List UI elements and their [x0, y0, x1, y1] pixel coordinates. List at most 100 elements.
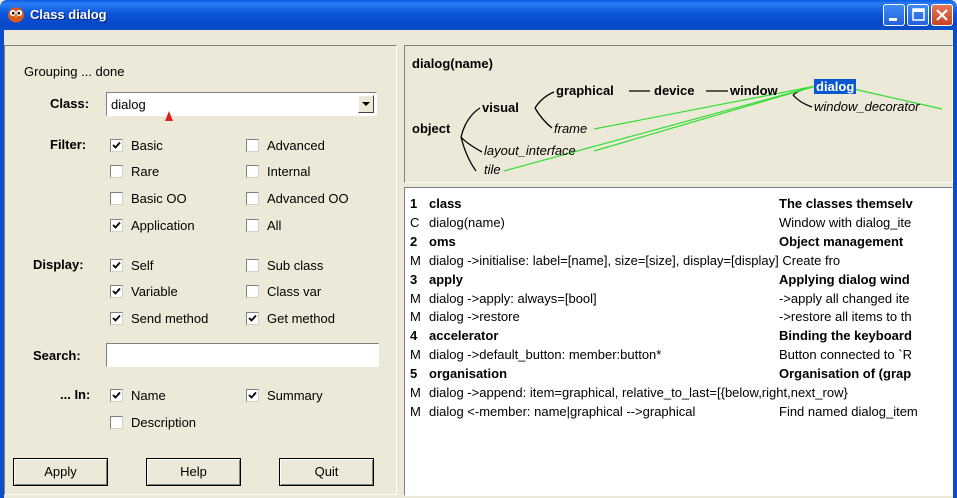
checkbox-box[interactable]: [246, 138, 259, 152]
member-name: dialog <-member: name|graphical -->graph…: [429, 403, 696, 419]
checkbox-box[interactable]: [246, 164, 259, 178]
search-input[interactable]: [106, 343, 379, 367]
filter-checkbox[interactable]: Advanced OO: [246, 190, 349, 206]
member-row[interactable]: Mdialog ->default_button: member:button*…: [405, 347, 952, 365]
checkbox-box[interactable]: [110, 164, 123, 178]
member-summary: Button connected to `R: [779, 347, 912, 363]
node-graphical[interactable]: graphical: [556, 83, 614, 98]
minimize-button[interactable]: [883, 4, 905, 26]
filter-label: Filter:: [50, 137, 87, 152]
member-summary: Applying dialog wind: [779, 271, 910, 287]
checkbox-label: Description: [131, 414, 197, 430]
window-title: Class dialog: [30, 7, 107, 22]
mouse-cursor-icon: [165, 111, 173, 121]
class-combobox[interactable]: dialog: [106, 92, 377, 116]
node-tile[interactable]: tile: [484, 162, 501, 177]
checkbox-box[interactable]: [110, 311, 123, 325]
member-row[interactable]: Mdialog ->apply: always=[bool] ->apply al…: [405, 290, 952, 309]
member-kind: M: [410, 290, 421, 306]
help-button[interactable]: Help: [146, 458, 241, 486]
checkbox-box[interactable]: [110, 191, 123, 205]
title-bar[interactable]: Class dialog: [0, 0, 957, 30]
class-label: Class:: [50, 96, 90, 111]
close-button[interactable]: [931, 4, 953, 26]
category-row[interactable]: 2 oms Object management: [405, 233, 952, 252]
node-dialog[interactable]: dialog: [814, 79, 857, 94]
display-checkbox[interactable]: Variable: [110, 283, 178, 299]
display-checkbox[interactable]: Sub class: [246, 257, 323, 273]
member-name: dialog ->default_button: member:button*: [429, 347, 662, 363]
member-name: dialog ->restore: [429, 309, 520, 325]
checkbox-box[interactable]: [110, 218, 123, 232]
filter-checkbox[interactable]: Basic: [110, 137, 163, 153]
checkbox-box[interactable]: [110, 284, 123, 298]
chevron-down-icon: [362, 102, 370, 106]
display-checkbox[interactable]: Send method: [110, 310, 208, 326]
in-label: ... In:: [60, 387, 91, 402]
member-row[interactable]: Mdialog ->append: item=graphical, relati…: [405, 385, 952, 403]
node-layout-interface[interactable]: layout_interface: [484, 143, 576, 158]
status-text: Grouping ... done: [24, 64, 125, 79]
close-icon: [936, 9, 948, 21]
member-kind: 3: [410, 271, 418, 287]
filter-checkbox[interactable]: Basic OO: [110, 190, 187, 206]
member-row[interactable]: Mdialog ->restore ->restore all items to …: [405, 309, 952, 327]
checkbox-box[interactable]: [246, 388, 259, 402]
checkbox-box[interactable]: [246, 218, 259, 232]
checkbox-label: Internal: [267, 163, 311, 179]
filter-checkbox[interactable]: Rare: [110, 163, 159, 179]
search-in-checkbox[interactable]: Summary: [246, 387, 323, 403]
member-row[interactable]: Mdialog <-member: name|graphical -->grap…: [405, 403, 952, 422]
member-name: dialog ->apply: always=[bool]: [429, 290, 597, 306]
checkbox-box[interactable]: [110, 138, 123, 152]
category-row[interactable]: 4 accelerator Binding the keyboard: [405, 328, 952, 346]
member-name: oms: [429, 233, 456, 249]
member-kind: M: [410, 403, 421, 419]
display-checkbox[interactable]: Self: [110, 257, 153, 273]
node-window[interactable]: window: [730, 83, 778, 98]
node-frame[interactable]: frame: [554, 121, 587, 136]
checkmark-icon: [112, 314, 121, 322]
checkbox-label: Summary: [267, 387, 323, 403]
filter-checkbox[interactable]: All: [246, 217, 281, 233]
member-row[interactable]: Cdialog(name) Window with dialog_ite: [405, 214, 952, 233]
category-row[interactable]: 5 organisation Organisation of (grap: [405, 366, 952, 384]
member-kind: M: [410, 347, 421, 363]
node-window-decorator[interactable]: window_decorator: [814, 99, 920, 114]
category-row[interactable]: 1 class The classes themselv: [405, 196, 952, 214]
member-summary: Binding the keyboard: [779, 328, 912, 344]
member-name: accelerator: [429, 328, 499, 344]
display-checkbox[interactable]: Get method: [246, 310, 335, 326]
search-in-checkbox[interactable]: Name: [110, 387, 166, 403]
node-visual[interactable]: visual: [482, 100, 519, 115]
checkmark-icon: [112, 261, 121, 269]
member-list[interactable]: 1 class The classes themselv Cdialog(name) W…: [404, 187, 953, 496]
checkbox-box[interactable]: [110, 388, 123, 402]
maximize-button[interactable]: [907, 4, 929, 26]
checkbox-box[interactable]: [110, 258, 123, 272]
member-summary: Window with dialog_ite: [779, 214, 912, 230]
member-row[interactable]: Mdialog ->initialise: label=[name], size…: [405, 253, 952, 271]
checkbox-label: All: [267, 217, 282, 233]
display-checkbox[interactable]: Class var: [246, 283, 321, 299]
node-object[interactable]: object: [412, 121, 450, 136]
combo-dropdown-button[interactable]: [358, 95, 374, 113]
checkbox-box[interactable]: [110, 415, 123, 429]
filter-checkbox[interactable]: Advanced: [246, 137, 325, 153]
filter-checkbox[interactable]: Application: [110, 217, 195, 233]
member-kind: C: [410, 214, 420, 230]
checkbox-box[interactable]: [246, 311, 259, 325]
checkbox-label: Basic: [131, 137, 163, 153]
apply-button[interactable]: Apply: [13, 458, 108, 486]
node-device[interactable]: device: [654, 83, 694, 98]
quit-button[interactable]: Quit: [279, 458, 374, 486]
checkbox-box[interactable]: [246, 191, 259, 205]
filter-checkbox[interactable]: Internal: [246, 163, 310, 179]
member-kind: M: [410, 385, 421, 400]
checkbox-box[interactable]: [246, 284, 259, 298]
checkmark-icon: [112, 221, 121, 229]
category-row[interactable]: 3 apply Applying dialog wind: [405, 271, 952, 290]
checkbox-box[interactable]: [246, 258, 259, 272]
checkbox-label: Advanced OO: [267, 190, 349, 206]
search-in-checkbox[interactable]: Description: [110, 414, 196, 430]
